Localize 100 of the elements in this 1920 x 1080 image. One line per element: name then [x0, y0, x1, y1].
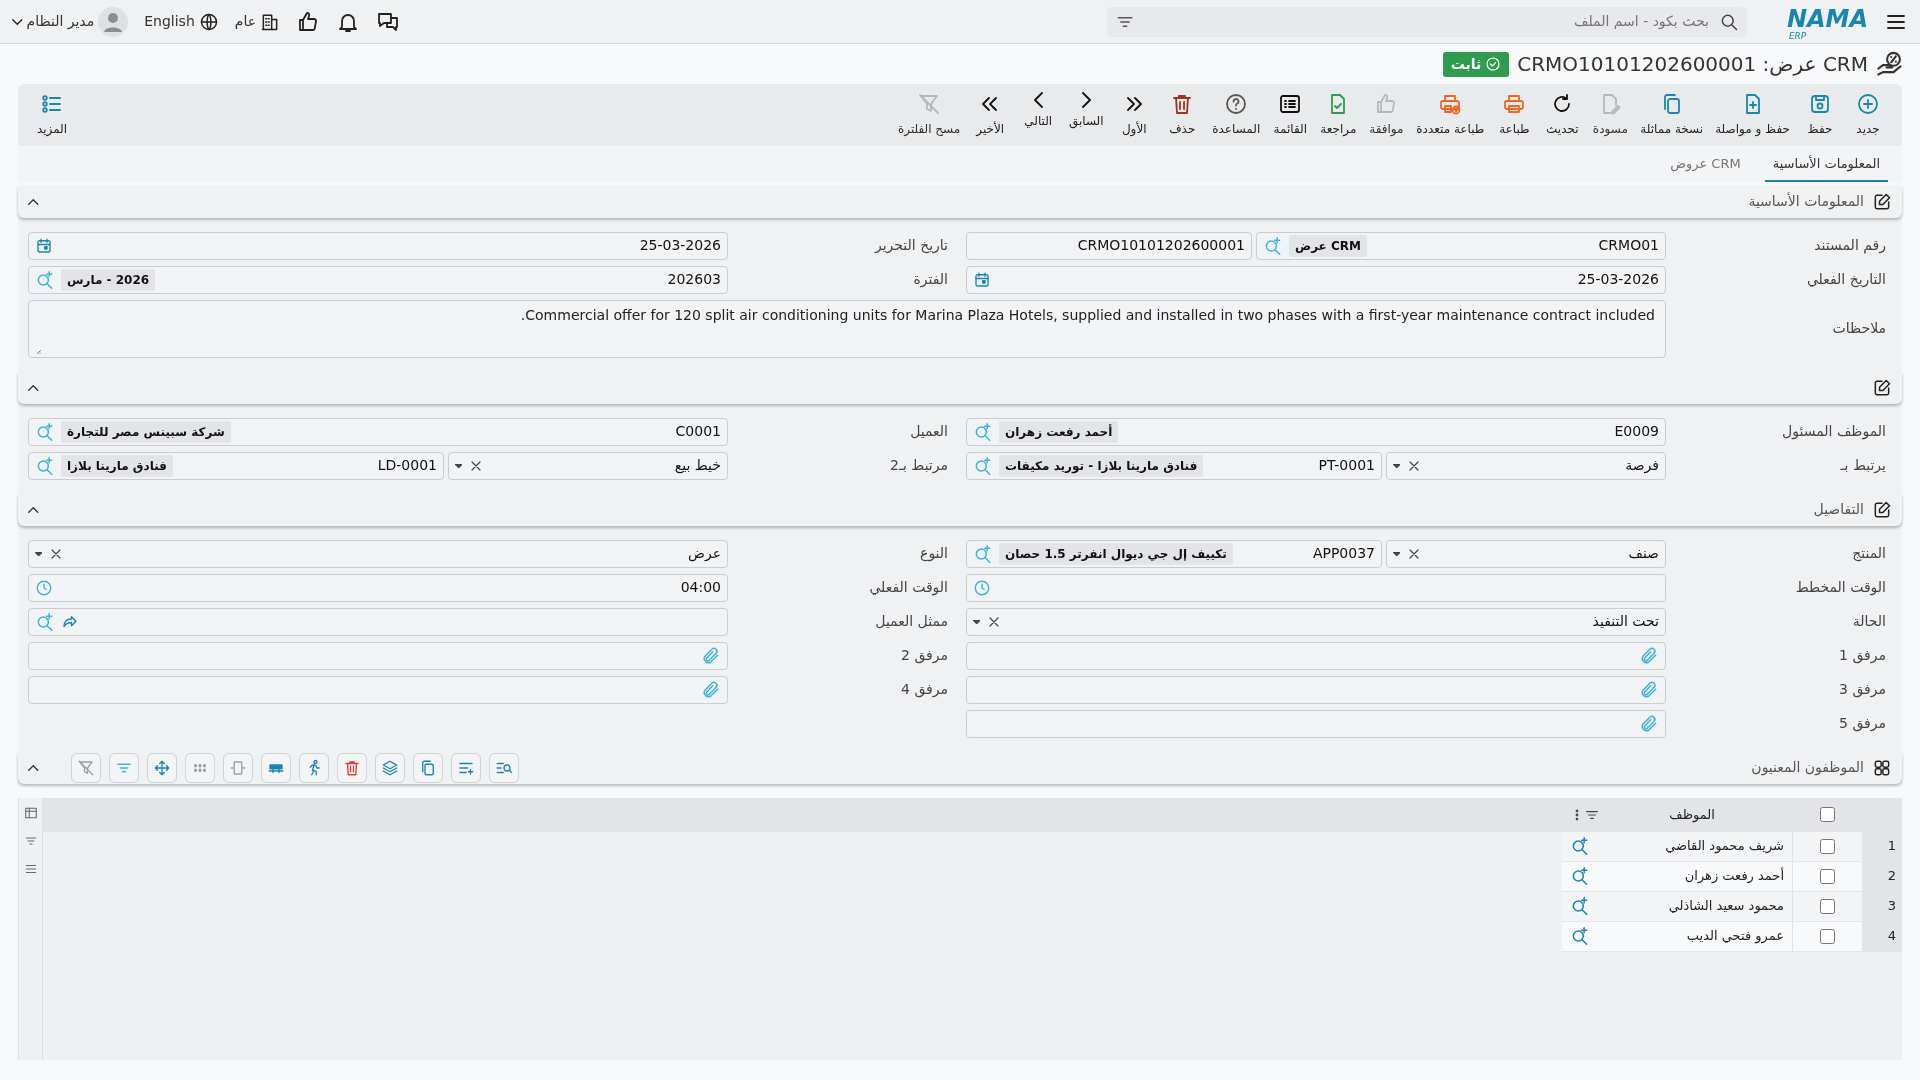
- toolbar-button[interactable]: حذف: [1158, 92, 1207, 138]
- chevron-up-icon: [28, 506, 39, 513]
- row-number: 1: [1862, 831, 1902, 861]
- field-label: الوقت المخطط: [1794, 578, 1887, 598]
- toolbar-button[interactable]: الأول: [1110, 92, 1159, 138]
- grid-tool-button[interactable]: [298, 752, 329, 783]
- grid-tool-button[interactable]: [488, 752, 519, 783]
- date-field[interactable]: 25-03-2026: [966, 265, 1666, 294]
- notes-field[interactable]: Commercial offer for 120 split air conditioning units for Marina Plaza Hotels, supplied and installed in two phases with a first-year maintenance contract included.: [28, 299, 1666, 358]
- collapse-button[interactable]: [28, 384, 39, 391]
- toolbar-button[interactable]: حفظ: [1796, 92, 1844, 138]
- select-field[interactable]: خيط بيع: [448, 451, 728, 480]
- toolbar-button[interactable]: الأخير: [966, 92, 1015, 138]
- employee-name: محمود سعيد الشاذلي: [1668, 897, 1784, 916]
- select-field[interactable]: صنف: [1386, 539, 1666, 568]
- row-checkbox[interactable]: [1820, 868, 1835, 884]
- tab[interactable]: المعلومات الأساسية: [1764, 150, 1888, 182]
- table-icon: [23, 805, 38, 820]
- search-plus-icon: [1263, 235, 1283, 256]
- tab[interactable]: CRM عروض: [1662, 150, 1749, 182]
- collapse-button[interactable]: [28, 764, 39, 771]
- field-label: الوقت الفعلي: [868, 578, 949, 598]
- field-label: مرفق 2: [900, 646, 949, 666]
- select-field[interactable]: تحت التنفيذ: [966, 607, 1666, 636]
- add-icon: [1856, 92, 1880, 116]
- filter-off-icon: [917, 92, 942, 116]
- row-checkbox[interactable]: [1820, 838, 1835, 854]
- toolbar-button[interactable]: القائمة: [1266, 92, 1315, 138]
- grid-tool-button[interactable]: [70, 752, 101, 783]
- attachment-field[interactable]: [966, 641, 1666, 670]
- edit-icon: [1872, 499, 1892, 520]
- field-label: ملاحظات: [1831, 319, 1887, 338]
- row-checkbox[interactable]: [1820, 898, 1835, 914]
- search-plus-icon: [1570, 896, 1590, 916]
- trash-icon: [342, 758, 361, 777]
- toolbar-button[interactable]: نسخة مماثلة: [1634, 92, 1710, 138]
- field-label: مرتبط بـ2: [889, 456, 949, 476]
- user-menu[interactable]: مدير النظام: [12, 6, 129, 37]
- status-badge: ثابت: [1442, 51, 1510, 77]
- paperclip-icon: [1639, 713, 1659, 734]
- offer-hand-icon: [1876, 50, 1904, 78]
- attachment-field[interactable]: [966, 709, 1666, 738]
- collapse-button[interactable]: [28, 506, 39, 513]
- more-button[interactable]: المزيد: [28, 92, 76, 138]
- select-all-checkbox[interactable]: [1820, 807, 1835, 822]
- search-field[interactable]: بحث بكود - اسم الملف: [1106, 6, 1747, 37]
- document-title: CRM عرض: CRMO10101202600001: [1517, 51, 1868, 78]
- clock-icon: [973, 578, 991, 597]
- grid-tool-button[interactable]: [374, 752, 405, 783]
- field-label: مرفق 3: [1838, 680, 1887, 700]
- time-field[interactable]: 04:00: [28, 573, 728, 602]
- toolbar-button[interactable]: طباعة متعددة: [1410, 92, 1491, 138]
- list-icon: [1278, 92, 1303, 116]
- toolbar-button[interactable]: مراجعة: [1314, 92, 1363, 138]
- date-field[interactable]: 25-03-2026: [28, 231, 728, 260]
- attachment-field[interactable]: [28, 641, 728, 670]
- select-field[interactable]: فرصة: [1386, 451, 1666, 480]
- row-number: 4: [1862, 921, 1902, 951]
- grid-tool-button[interactable]: [260, 752, 291, 783]
- employee-name: عمرو فتحي الديب: [1686, 927, 1784, 946]
- text-field[interactable]: CRMO10101202600001: [966, 231, 1252, 260]
- field-label: التاريخ الفعلي: [1805, 270, 1887, 290]
- layers-icon: [380, 758, 399, 777]
- lookup-field[interactable]: [28, 607, 728, 636]
- search-input[interactable]: بحث بكود - اسم الملف: [1142, 10, 1711, 33]
- attachment-field[interactable]: [966, 675, 1666, 704]
- field-label: الحالة: [1851, 612, 1887, 631]
- column-width-icon: [228, 758, 247, 777]
- toolbar-button[interactable]: تحديث: [1538, 92, 1587, 138]
- grid-tool-button[interactable]: [184, 752, 215, 783]
- field-label: تاريخ التحرير: [873, 236, 949, 256]
- toolbar-button[interactable]: جديد: [1844, 92, 1892, 138]
- name-tag: فنادق مارينا بلازا: [61, 454, 173, 477]
- grid-tool-button[interactable]: [450, 752, 481, 783]
- row-checkbox[interactable]: [1820, 928, 1835, 944]
- search-plus-icon: [35, 269, 55, 290]
- save-icon: [1808, 92, 1832, 116]
- name-tag: فنادق مارينا بلازا - توريد مكيفات: [999, 454, 1204, 477]
- field-label: ممثل العميل: [874, 612, 949, 631]
- grid-tool-button[interactable]: [222, 752, 253, 783]
- time-field[interactable]: [966, 573, 1666, 602]
- grid-tool-button[interactable]: [336, 752, 367, 783]
- grid-tool-button[interactable]: [146, 752, 177, 783]
- field-label: مرفق 4: [900, 680, 949, 700]
- clock-icon: [35, 578, 53, 597]
- select-field[interactable]: عرض: [28, 539, 728, 568]
- name-tag: 2026 - مارس: [61, 268, 156, 291]
- language-button[interactable]: English: [144, 11, 219, 32]
- toolbar-button[interactable]: التالي: [1014, 92, 1063, 130]
- caret-icon: [1393, 551, 1401, 556]
- toolbar-button[interactable]: حفظ و مواصلة: [1709, 92, 1796, 138]
- printer-icon: [1438, 92, 1463, 116]
- attachment-field[interactable]: [28, 675, 728, 704]
- collapse-button[interactable]: [28, 198, 39, 205]
- name-tag: CRM عرض: [1289, 234, 1367, 257]
- toolbar-button[interactable]: طباعة: [1490, 92, 1539, 138]
- company-button[interactable]: عام: [234, 11, 281, 32]
- grid-tool-button[interactable]: [412, 752, 443, 783]
- toolbar-button[interactable]: المساعدة: [1206, 92, 1267, 138]
- toolbar-button[interactable]: السابق: [1062, 92, 1111, 130]
